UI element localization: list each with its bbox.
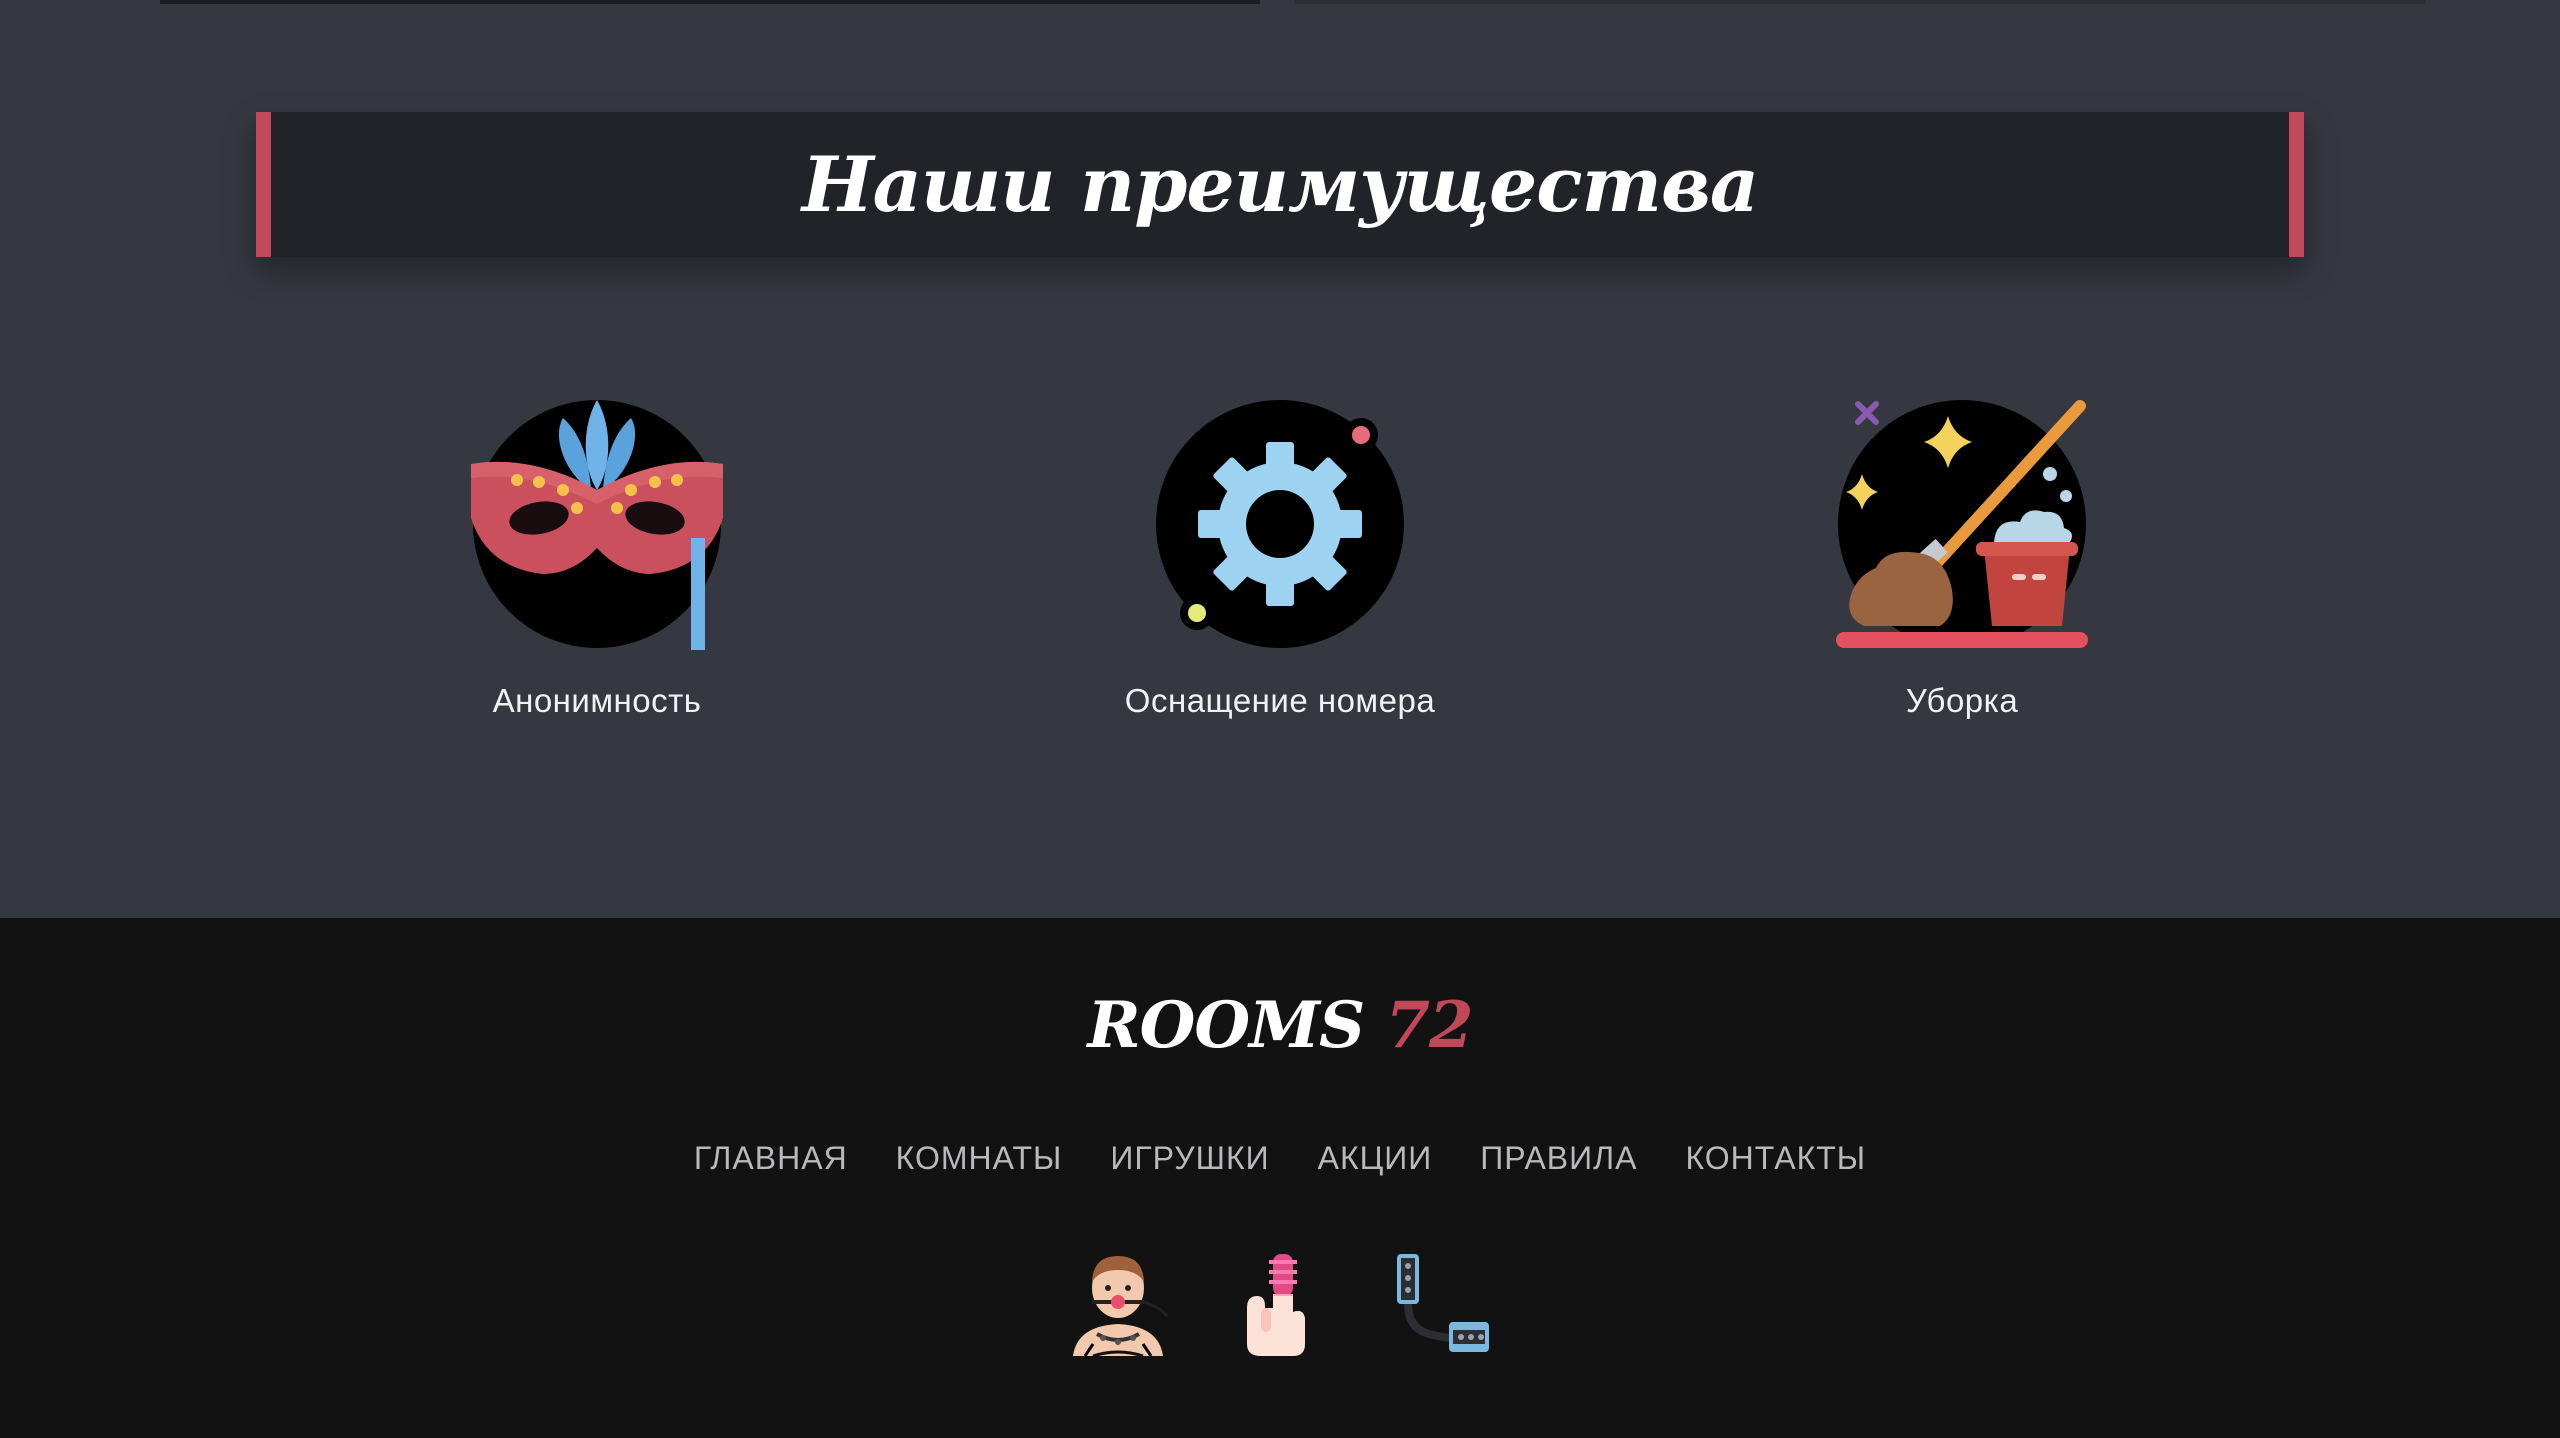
cleaning-icon	[1836, 400, 2088, 648]
footer-nav: ГЛАВНАЯ КОМНАТЫ ИГРУШКИ АКЦИИ ПРАВИЛА КО…	[0, 1140, 2560, 1177]
feature-label: Уборка	[1905, 682, 2019, 719]
footer: ROOMS 72 ГЛАВНАЯ КОМНАТЫ ИГРУШКИ АКЦИИ П…	[0, 918, 2560, 1438]
nav-link-contacts[interactable]: КОНТАКТЫ	[1685, 1140, 1866, 1177]
nav-link-rules[interactable]: ПРАВИЛА	[1480, 1140, 1637, 1177]
feature-anonymity: Анонимность	[347, 398, 847, 720]
nav-link-toys[interactable]: ИГРУШКИ	[1110, 1140, 1269, 1177]
nav-link-promotions[interactable]: АКЦИИ	[1318, 1140, 1433, 1177]
handcuffs-icon[interactable]	[1387, 1248, 1497, 1358]
section-title: Наши преимущества	[801, 140, 1759, 229]
logo-number: 72	[1385, 988, 1473, 1063]
mask-icon	[471, 400, 723, 650]
advantages-section: Наши преимущества Анонимность Оснащение …	[0, 0, 2560, 918]
logo-word: ROOMS	[1087, 988, 1365, 1063]
feature-cleaning: Уборка	[1712, 398, 2212, 720]
gear-icon	[1156, 400, 1404, 648]
nav-link-home[interactable]: ГЛАВНАЯ	[694, 1140, 848, 1177]
feature-label: Анонимность	[492, 682, 702, 719]
gagged-person-icon[interactable]	[1063, 1248, 1173, 1358]
section-title-bar: Наши преимущества	[256, 112, 2304, 257]
footer-logo[interactable]: ROOMS 72	[0, 988, 2560, 1063]
feature-label: Оснащение номера	[1124, 682, 1436, 719]
footer-icons	[0, 1248, 2560, 1358]
nav-link-rooms[interactable]: КОМНАТЫ	[896, 1140, 1063, 1177]
finger-toy-icon[interactable]	[1225, 1248, 1335, 1358]
feature-room-equipment: Оснащение номера	[1030, 398, 1530, 720]
